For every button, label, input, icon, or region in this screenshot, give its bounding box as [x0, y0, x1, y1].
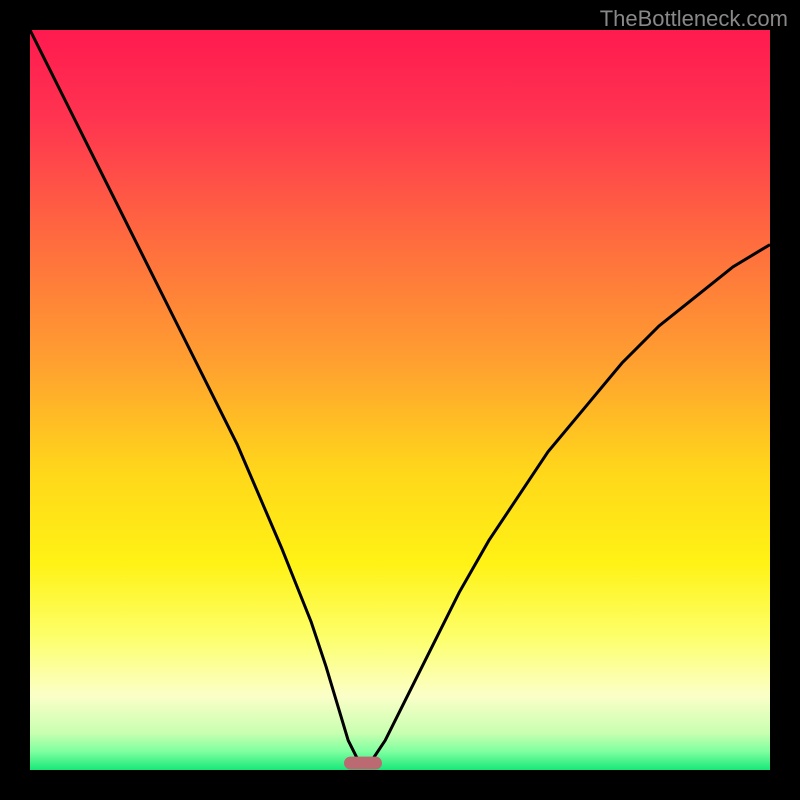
chart-frame: TheBottleneck.com: [0, 0, 800, 800]
gradient-background: [30, 30, 770, 770]
plot-area: [30, 30, 770, 770]
attribution-label: TheBottleneck.com: [600, 6, 788, 32]
chart-svg: [30, 30, 770, 770]
optimum-marker: [345, 757, 382, 769]
